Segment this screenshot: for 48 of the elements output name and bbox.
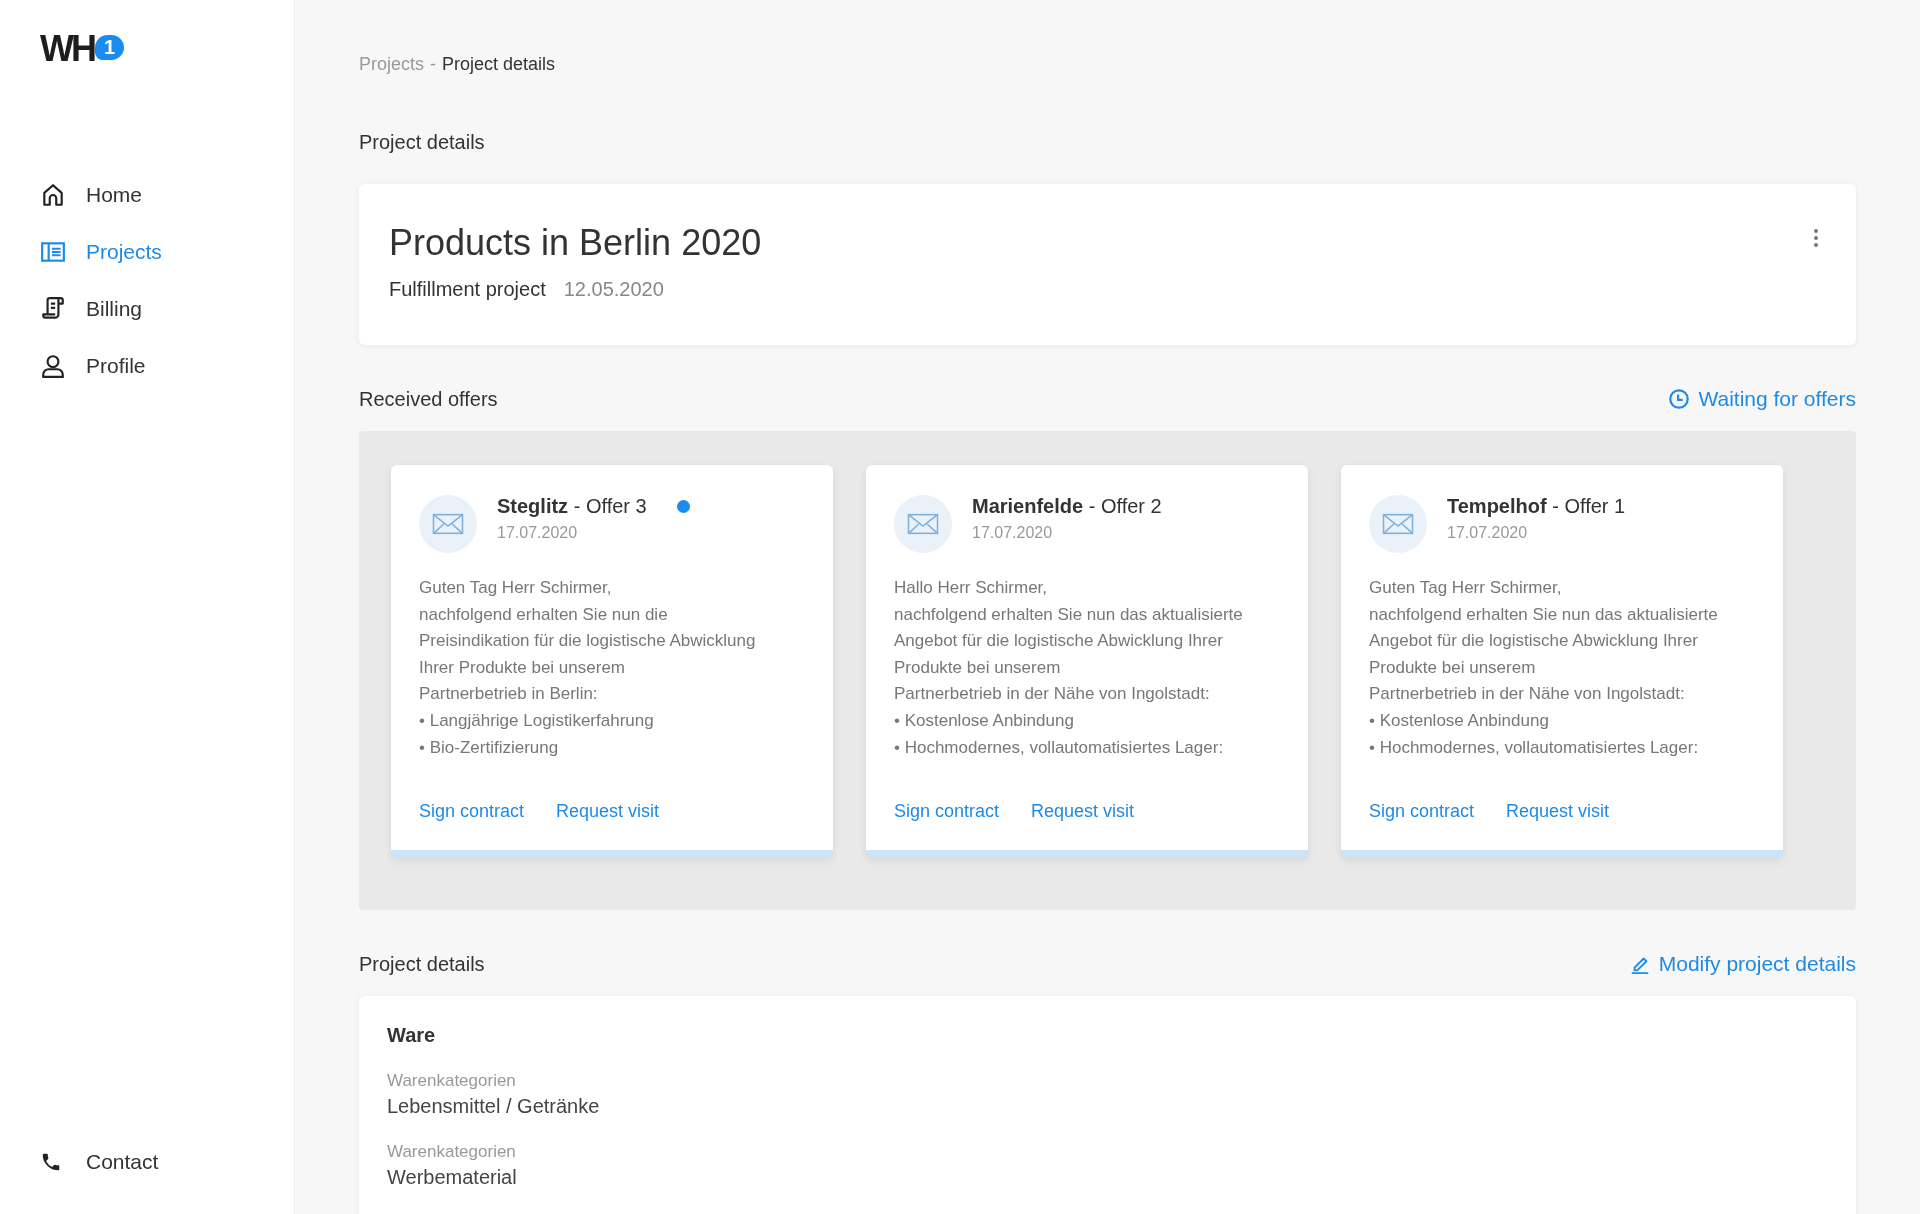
field-value: Werbematerial: [387, 1166, 518, 1190]
offer-action-link[interactable]: Request visit: [1506, 801, 1610, 823]
nav-item[interactable]: Billing: [40, 296, 294, 322]
list-icon: [40, 239, 66, 265]
nav-item[interactable]: Profile: [40, 353, 294, 379]
offer-title: Tempelhof - Offer 1: [1447, 495, 1626, 518]
offer-action-link[interactable]: Sign contract: [1369, 801, 1475, 823]
more-icon: [1814, 228, 1818, 248]
offer-date: 17.07.2020: [497, 524, 579, 542]
nav-item[interactable]: Projects: [40, 239, 294, 265]
breadcrumb-link[interactable]: Projects: [359, 54, 425, 75]
logo-badge: 1: [95, 34, 125, 60]
section-title: Project details: [359, 952, 485, 976]
offer-action-link[interactable]: Request visit: [1031, 801, 1135, 823]
logo-text: WH: [40, 28, 94, 70]
breadcrumb-link[interactable]: Project details: [442, 54, 556, 75]
offer-message: Hallo Herr Schirmer, nachfolgend erhalten Sie nun das aktualisierte Angebot für die logistische Abwicklung Ihrer Produkte bei unserem Partnerbetrieb in der Nähe von Ingolstadt: • Kostenlose Anbindung • Hochmodernes, vollautomatisiertes Lager:: [894, 577, 1244, 759]
offer-date: 17.07.2020: [1447, 524, 1529, 542]
breadcrumb-separator: -: [430, 54, 437, 75]
clock-icon: [1668, 388, 1691, 410]
receipt-icon: [40, 296, 66, 322]
person-icon: [40, 353, 66, 379]
phone-icon: [40, 1151, 62, 1173]
status-link[interactable]: Waiting for offers: [1668, 387, 1856, 411]
envelope-icon: [419, 495, 477, 553]
project-title: Products in Berlin 2020: [389, 222, 762, 264]
home-icon: [40, 182, 66, 208]
field-value: Lebensmittel / Getränke: [387, 1095, 601, 1119]
field-label: Warenkategorien: [387, 1142, 517, 1163]
offer-action-link[interactable]: Request visit: [556, 801, 660, 823]
offer-action-link[interactable]: Sign contract: [419, 801, 525, 823]
project-type: Fulfillment project: [389, 278, 546, 301]
project-date: 12.05.2020: [563, 278, 664, 301]
section-title: Project details: [359, 131, 486, 154]
offer-date: 17.07.2020: [972, 524, 1054, 542]
modify-link[interactable]: Modify project details: [1628, 952, 1856, 977]
envelope-icon: [1369, 495, 1427, 553]
offer-title: Marienfelde - Offer 2: [972, 495, 1162, 518]
envelope-icon: [894, 495, 952, 553]
contact-link[interactable]: Contact: [40, 1150, 294, 1174]
offer-message: Guten Tag Herr Schirmer, nachfolgend erhalten Sie nun das aktualisierte Angebot für die logistische Abwicklung Ihrer Produkte bei unserem Partnerbetrieb in der Nähe von Ingolstadt: • Kostenlose Anbindung • Hochmodernes, vollautomatisiertes Lager:: [1369, 577, 1719, 759]
nav-item[interactable]: Home: [40, 182, 294, 208]
field-label: Warenkategorien: [387, 1071, 517, 1092]
section-title: Received offers: [359, 387, 498, 411]
details-heading: Ware: [387, 1024, 437, 1048]
offer-action-link[interactable]: Sign contract: [894, 801, 1000, 823]
offer-title: Steglitz - Offer 3: [497, 495, 647, 518]
offer-message: Guten Tag Herr Schirmer, nachfolgend erhalten Sie nun die Preisindikation für die logistische Abwicklung Ihrer Produkte bei unserem Partnerbetrieb in Berlin: • Langjährige Logistikerfahrung • Bio-Zertifizierung: [419, 577, 757, 759]
